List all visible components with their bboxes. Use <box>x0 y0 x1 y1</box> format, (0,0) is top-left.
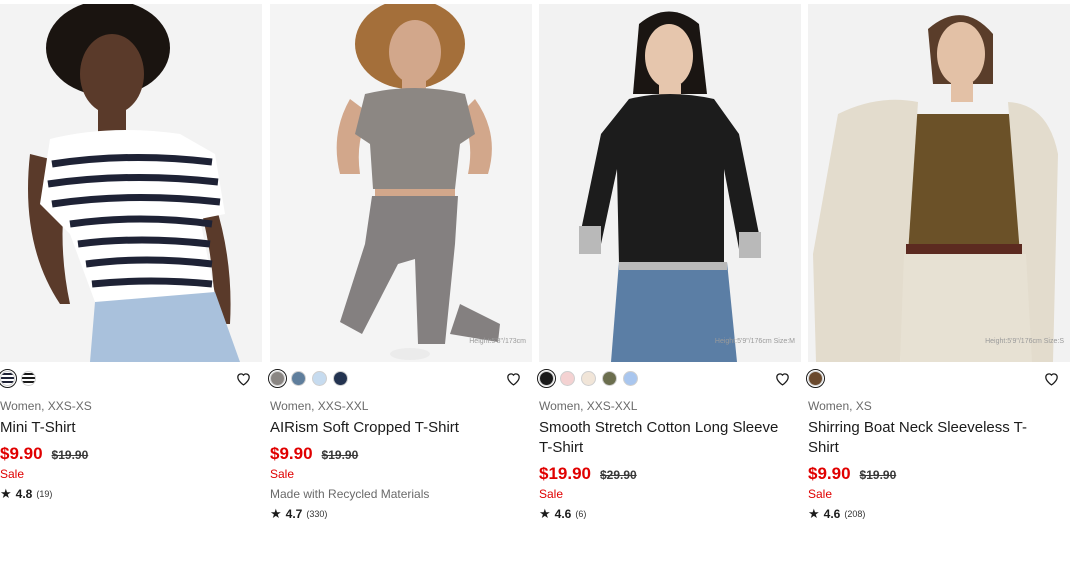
heart-outline-icon[interactable] <box>774 370 791 387</box>
review-count: (208) <box>844 509 866 519</box>
color-swatches <box>806 369 1070 395</box>
sale-price: $9.90 <box>270 444 313 463</box>
swatch-olive[interactable] <box>602 371 617 386</box>
rating-value: 4.6 <box>823 507 841 521</box>
original-price: $29.90 <box>600 468 637 482</box>
swatch-gray[interactable] <box>268 369 287 388</box>
product-card[interactable]: Height:5'9"/176cm Size:S Women, XS Shirr… <box>806 0 1070 522</box>
swatch-blue[interactable] <box>291 371 306 386</box>
product-image[interactable] <box>0 4 262 362</box>
heart-outline-icon[interactable] <box>235 370 252 387</box>
model-height-tag: Height:5'9"/176cm Size:S <box>985 338 1064 345</box>
product-card[interactable]: Women, XXS-XS Mini T-Shirt $9.90 $19.90 … <box>0 0 262 502</box>
star-icon: ★ <box>808 506 820 521</box>
product-card[interactable]: Height:5'9"/176cm Size:M Women, XXS-XXL … <box>537 0 801 522</box>
color-swatches <box>0 369 262 395</box>
sale-label: Sale <box>539 487 564 501</box>
price-row: $9.90 $19.90 <box>808 464 1070 484</box>
swatch-pink[interactable] <box>560 371 575 386</box>
model-height-tag: Height:5'8"/173cm <box>469 338 526 345</box>
sale-price: $9.90 <box>808 464 851 483</box>
swatch-cream[interactable] <box>581 371 596 386</box>
swatch-stripe-navy[interactable] <box>0 369 17 388</box>
rating-value: 4.8 <box>15 487 33 501</box>
review-count: (6) <box>575 509 587 519</box>
product-grid: Women, XXS-XS Mini T-Shirt $9.90 $19.90 … <box>0 0 1080 578</box>
color-swatches <box>268 369 532 395</box>
price-row: $9.90 $19.90 <box>270 444 532 464</box>
swatch-black[interactable] <box>537 369 556 388</box>
original-price: $19.90 <box>51 448 89 462</box>
sale-price: $9.90 <box>0 444 43 463</box>
sale-label: Sale <box>808 487 833 501</box>
star-icon: ★ <box>270 506 282 521</box>
product-image[interactable]: Height:5'9"/176cm Size:M <box>539 4 801 362</box>
rating: ★ 4.7 (330) <box>270 506 532 522</box>
gender-size: Women, XXS-XXL <box>270 399 369 413</box>
swatch-stripe-black[interactable] <box>21 371 36 386</box>
swatch-light-blue[interactable] <box>623 371 638 386</box>
color-swatches <box>537 369 801 395</box>
rating: ★ 4.8 (19) <box>0 486 262 502</box>
rating-value: 4.6 <box>554 507 572 521</box>
star-icon: ★ <box>539 506 551 521</box>
gender-size: Women, XXS-XXL <box>539 399 638 413</box>
recycled-materials-label: Made with Recycled Materials <box>270 487 430 501</box>
product-image[interactable]: Height:5'9"/176cm Size:S <box>808 4 1070 362</box>
original-price: $19.90 <box>859 468 897 482</box>
sale-price: $19.90 <box>539 464 591 483</box>
sale-label: Sale <box>270 467 295 481</box>
rating: ★ 4.6 (208) <box>808 506 1070 522</box>
rating-value: 4.7 <box>285 507 303 521</box>
swatch-light-blue[interactable] <box>312 371 327 386</box>
product-name[interactable]: Mini T-Shirt <box>0 418 240 438</box>
review-count: (19) <box>36 489 53 499</box>
product-name[interactable]: AIRism Soft Cropped T-Shirt <box>270 418 510 438</box>
gender-size: Women, XS <box>808 399 872 413</box>
review-count: (330) <box>306 509 328 519</box>
gender-size: Women, XXS-XS <box>0 399 92 413</box>
rating: ★ 4.6 (6) <box>539 506 801 522</box>
product-card[interactable]: Height:5'8"/173cm Women, XXS-XXL AIRism … <box>268 0 532 522</box>
product-image[interactable]: Height:5'8"/173cm <box>270 4 532 362</box>
star-icon: ★ <box>0 486 12 501</box>
price-row: $9.90 $19.90 <box>0 444 262 464</box>
sale-label: Sale <box>0 467 25 481</box>
product-name[interactable]: Shirring Boat Neck Sleeveless T-Shirt <box>808 418 1048 458</box>
product-name[interactable]: Smooth Stretch Cotton Long Sleeve T-Shir… <box>539 418 779 458</box>
heart-outline-icon[interactable] <box>505 370 522 387</box>
swatch-brown[interactable] <box>806 369 825 388</box>
model-height-tag: Height:5'9"/176cm Size:M <box>714 338 795 345</box>
heart-outline-icon[interactable] <box>1043 370 1060 387</box>
price-row: $19.90 $29.90 <box>539 464 801 484</box>
swatch-navy[interactable] <box>333 371 348 386</box>
original-price: $19.90 <box>321 448 359 462</box>
